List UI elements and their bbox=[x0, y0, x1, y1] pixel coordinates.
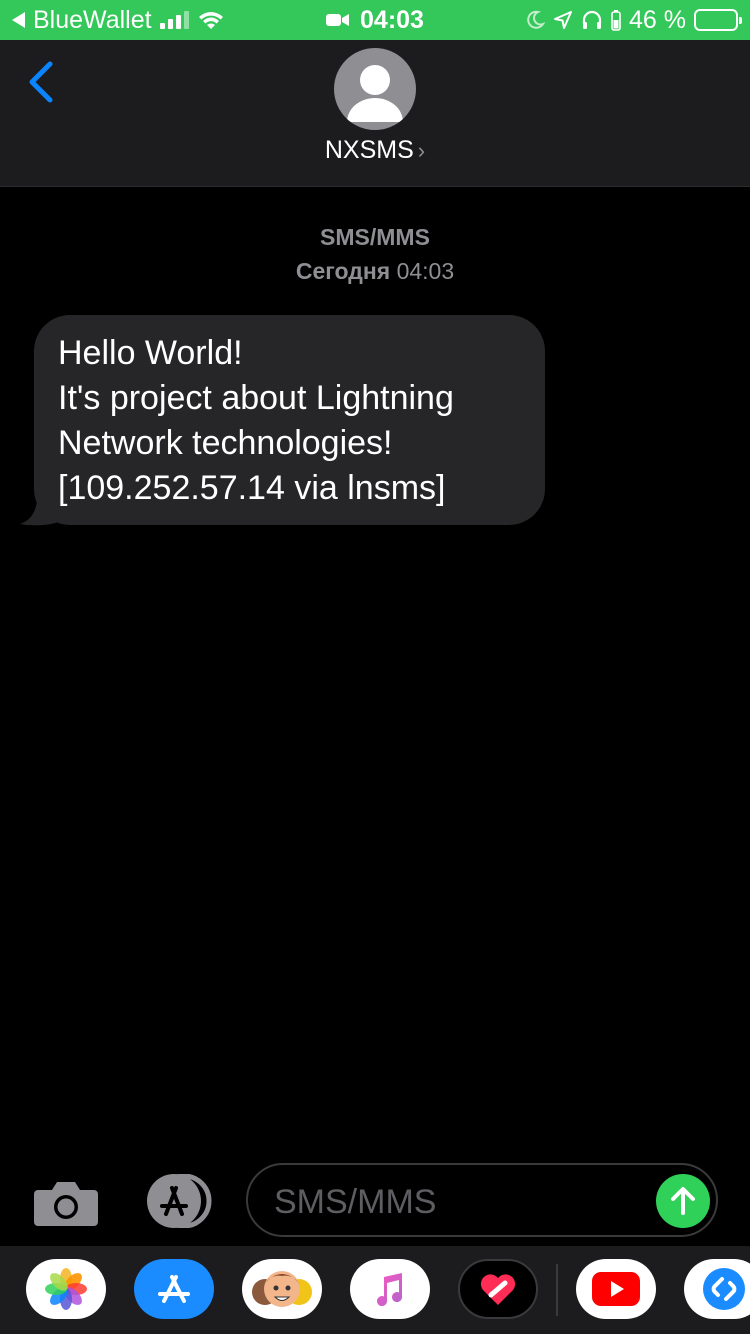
send-button[interactable] bbox=[656, 1174, 710, 1228]
status-time: 04:03 bbox=[360, 5, 424, 34]
music-app[interactable] bbox=[350, 1259, 430, 1319]
message-bubble[interactable]: Hello World! It's project about Lightnin… bbox=[34, 315, 545, 525]
shazam-app[interactable] bbox=[684, 1259, 750, 1319]
message-input-placeholder: SMS/MMS bbox=[274, 1183, 437, 1221]
date-label: Сегодня bbox=[295, 258, 391, 284]
music-icon bbox=[377, 1273, 403, 1307]
arrow-up-icon bbox=[671, 1187, 695, 1215]
contact-name: NXSMS bbox=[324, 136, 414, 164]
status-bar: BlueWallet 04:03 46 % bbox=[0, 0, 750, 40]
conversation-timestamp: Сегодня 04:03 bbox=[0, 258, 750, 285]
location-icon bbox=[554, 11, 573, 29]
app-store-button-icon[interactable] bbox=[140, 1174, 214, 1228]
app-store-icon bbox=[158, 1275, 190, 1303]
app-store-app[interactable] bbox=[134, 1259, 214, 1319]
chevron-right-icon: › bbox=[417, 138, 426, 163]
battery-small-icon bbox=[611, 10, 621, 31]
youtube-app[interactable] bbox=[576, 1259, 656, 1319]
headphones-icon bbox=[582, 10, 602, 29]
message-line: Network technologies! bbox=[58, 424, 393, 462]
memoji-app[interactable] bbox=[242, 1259, 322, 1319]
status-right: 46 % bbox=[525, 0, 742, 40]
person-icon bbox=[347, 65, 403, 122]
digital-touch-app[interactable] bbox=[458, 1259, 538, 1319]
message-input[interactable]: SMS/MMS bbox=[246, 1163, 718, 1237]
back-chevron-icon[interactable] bbox=[22, 58, 62, 106]
message-line: Hello World! bbox=[58, 334, 243, 372]
battery-percent: 46 % bbox=[629, 5, 686, 34]
camera-icon[interactable] bbox=[34, 1178, 98, 1226]
digital-touch-icon bbox=[480, 1274, 516, 1305]
video-icon bbox=[326, 14, 350, 26]
contact-name-button[interactable]: NXSMS › bbox=[0, 136, 750, 165]
time-label: 04:03 bbox=[396, 258, 455, 284]
youtube-icon bbox=[592, 1272, 640, 1306]
message-line: It's project about Lightning bbox=[58, 379, 454, 417]
shazam-icon bbox=[703, 1268, 745, 1310]
message-line: [109.252.57.14 via lnsms] bbox=[58, 469, 446, 507]
memoji-icon bbox=[252, 1271, 312, 1307]
contact-avatar[interactable] bbox=[334, 48, 416, 130]
photos-icon bbox=[45, 1268, 87, 1310]
battery-icon bbox=[694, 9, 742, 31]
conversation-header: NXSMS › bbox=[0, 40, 750, 187]
photos-app[interactable] bbox=[26, 1259, 106, 1319]
moon-icon bbox=[527, 10, 546, 29]
app-drawer bbox=[0, 1246, 750, 1334]
conversation-service-label: SMS/MMS bbox=[320, 224, 430, 250]
drawer-divider bbox=[556, 1264, 558, 1316]
